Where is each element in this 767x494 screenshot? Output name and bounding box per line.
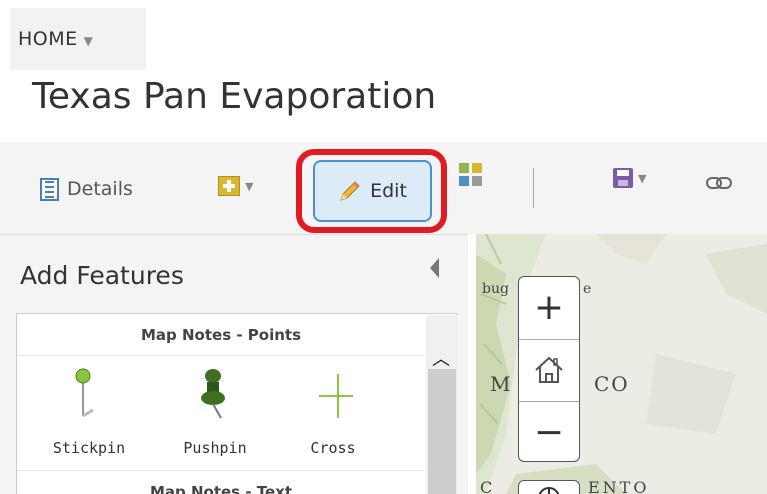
home-extent-button[interactable] [519,340,579,400]
toolbar-divider [533,168,534,208]
scroll-up-icon[interactable]: ︿ [432,345,450,371]
link-icon [706,177,732,189]
chevron-down-icon: ▼ [83,33,94,48]
map-label-bottom-right: ENTO [588,478,650,494]
template-stickpin[interactable]: Stickpin [39,366,139,457]
home-extent-icon [535,356,563,383]
add-features-panel: Add Features Map Notes - Points Stickpin… [0,234,468,494]
map-label-mexico-left: M [490,372,513,396]
pencil-icon [340,181,360,201]
map-label-top: bug [482,281,509,297]
minus-icon: − [533,411,565,453]
details-label: Details [67,178,133,200]
locate-icon [538,487,560,494]
map-label-mexico-right: CO [594,372,630,396]
save-button[interactable]: ▼ [613,168,646,188]
edit-button[interactable]: Edit [313,160,432,222]
edit-label: Edit [370,180,407,202]
scroll-thumb[interactable] [428,369,456,494]
chevron-down-icon: ▼ [245,179,254,193]
zoom-out-button[interactable]: − [519,402,579,462]
template-picker: Map Notes - Points Stickpin Pushpin Cros… [16,313,458,494]
pushpin-icon [201,369,225,419]
link-button[interactable] [706,176,732,190]
add-button[interactable]: ▼ [218,176,253,196]
panel-title: Add Features [20,261,184,290]
details-icon [40,177,59,201]
map-notes-add-icon [218,176,240,196]
template-label: Pushpin [183,439,247,457]
group-header-points: Map Notes - Points [17,314,425,356]
template-label: Cross [310,439,356,457]
zoom-control: + − [518,276,580,462]
layout-grid-icon[interactable] [459,163,482,186]
template-pushpin[interactable]: Pushpin [165,366,265,457]
group-header-text: Map Notes - Text [17,470,425,494]
zoom-in-button[interactable]: + [519,277,579,337]
template-scrollbar[interactable]: ︿ [426,315,458,494]
template-label: Stickpin [52,439,126,457]
home-breadcrumb[interactable]: HOME ▼ [10,8,146,70]
map-label-top-suffix: e [583,281,592,297]
locate-button[interactable] [518,480,580,494]
stickpin-icon [75,368,94,418]
home-label: HOME [18,28,78,50]
template-cross[interactable]: Cross [283,366,383,457]
cross-icon [319,374,353,418]
page-title: Texas Pan Evaporation [32,76,437,117]
map-label-bottom-left: C [480,478,493,494]
chevron-down-icon: ▼ [638,171,647,185]
save-disk-icon [613,168,633,188]
collapse-panel-icon[interactable] [430,258,439,278]
plus-icon: + [533,286,565,328]
details-button[interactable]: Details [40,175,133,203]
